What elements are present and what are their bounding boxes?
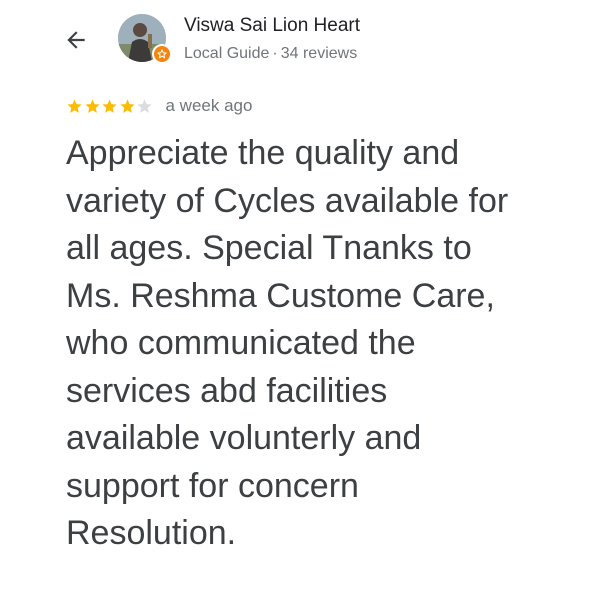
review-text: Appreciate the quality and variety of Cyc… bbox=[66, 130, 586, 558]
star-filled-icon bbox=[67, 98, 82, 113]
review-text-line: available volunterly and bbox=[66, 419, 422, 457]
star-rating bbox=[66, 98, 154, 115]
review-text-line: Resolution. bbox=[66, 514, 237, 552]
reviewer-name[interactable]: Viswa Sai Lion Heart bbox=[184, 15, 360, 37]
review-text-line: who communicated the bbox=[66, 324, 416, 362]
review-text-line: Appreciate the quality and bbox=[66, 134, 460, 172]
review-text-line: variety of Cycles available for bbox=[66, 181, 509, 220]
review-count[interactable]: 34 reviews bbox=[281, 45, 357, 62]
local-guide-label: Local Guide bbox=[184, 45, 270, 62]
local-guide-star-icon bbox=[157, 49, 167, 59]
star-empty-icon bbox=[137, 98, 152, 113]
review-text-line: all ages. Special Tnanks to bbox=[66, 229, 472, 267]
review-text-line: support for concern bbox=[66, 466, 359, 505]
review-date: a week ago bbox=[165, 96, 253, 115]
review-text-line: Ms. Reshma Custome Care, bbox=[66, 276, 495, 315]
star-filled-icon bbox=[84, 98, 100, 113]
local-guide-badge bbox=[152, 44, 172, 64]
star-filled-icon bbox=[119, 98, 135, 113]
star-filled-icon bbox=[102, 98, 117, 113]
reviewer-meta: Local Guide · 34 reviews bbox=[184, 45, 357, 63]
reviewer-avatar[interactable] bbox=[118, 14, 172, 66]
arrow-left-icon bbox=[67, 31, 85, 49]
back-button[interactable] bbox=[58, 22, 94, 58]
review-text-line: services abd facilities bbox=[66, 371, 388, 410]
meta-separator: · bbox=[272, 45, 278, 62]
rating-row: a week ago bbox=[66, 96, 252, 116]
